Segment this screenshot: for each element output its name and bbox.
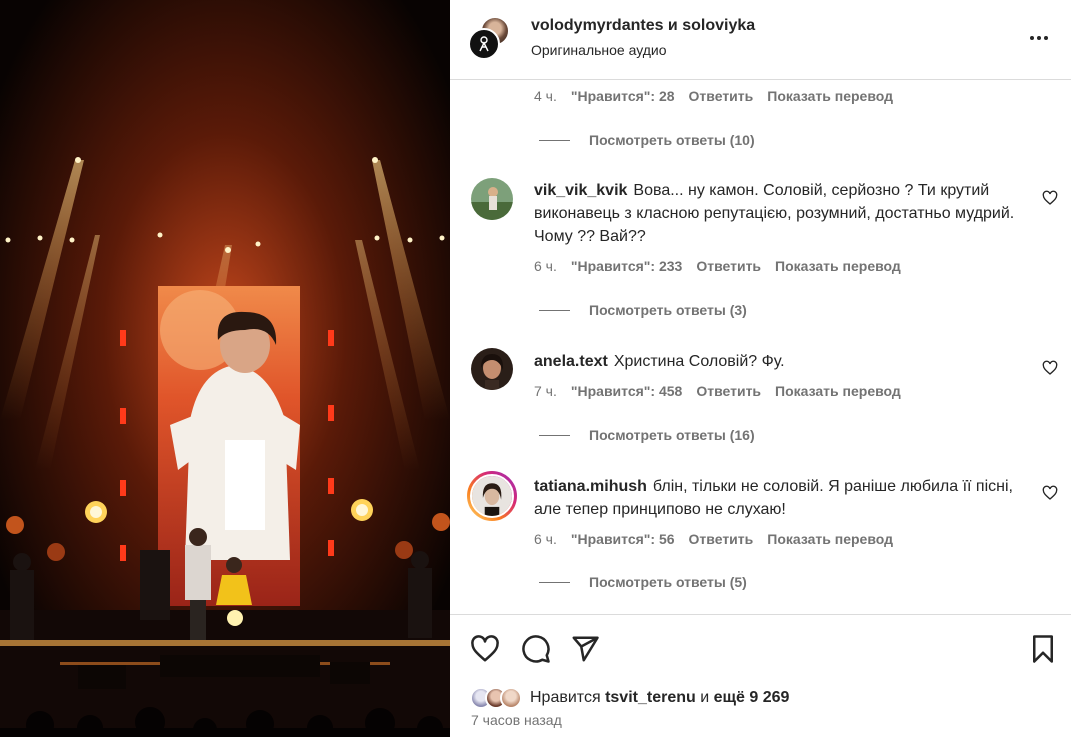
likes-prefix: Нравится (530, 689, 601, 706)
comment-likes-count[interactable]: "Нравится": 28 (571, 88, 675, 104)
commenter-avatar-story-ring[interactable] (467, 471, 517, 521)
show-translation-button[interactable]: Показать перевод (767, 88, 893, 104)
more-horizontal-icon (1030, 36, 1048, 40)
author-avatar-primary[interactable] (468, 28, 500, 60)
likes-and: и (700, 689, 710, 706)
more-options-button[interactable] (1027, 26, 1051, 50)
comment-icon[interactable] (521, 634, 551, 664)
comments-list[interactable]: 4 ч. "Нравится": 28 Ответить Показать пе… (450, 81, 1071, 614)
comment-meta: 6 ч. "Нравится": 56 Ответить Показать пе… (534, 531, 907, 547)
post-timestamp[interactable]: 7 часов назад (471, 712, 562, 728)
post-header: volodymyrdantes и soloviyka Оригинальное… (450, 0, 1071, 80)
show-translation-button[interactable]: Показать перевод (767, 531, 893, 547)
comment-username[interactable]: tatiana.mihush (534, 478, 647, 495)
show-translation-button[interactable]: Показать перевод (775, 383, 901, 399)
comment-like-heart-icon[interactable] (1042, 485, 1058, 501)
comment-like-heart-icon[interactable] (1042, 360, 1058, 376)
likes-count[interactable]: ещё 9 269 (714, 689, 790, 706)
comment-time: 7 ч. (534, 383, 557, 399)
view-replies-label: Посмотреть ответы (3) (589, 302, 747, 318)
comment-username[interactable]: anela.text (534, 353, 608, 370)
post-panel: volodymyrdantes и soloviyka Оригинальное… (450, 0, 1071, 737)
heart-icon[interactable] (470, 634, 500, 664)
comment-text: Христина Соловій? Фу. (613, 353, 785, 370)
liker-avatar (500, 687, 522, 709)
comment-username[interactable]: vik_vik_kvik (534, 182, 627, 199)
comment-body: anela.text Христина Соловій? Фу. (534, 350, 1024, 373)
comment-meta: 6 ч. "Нравится": 233 Ответить Показать п… (534, 258, 915, 274)
comment-meta: 7 ч. "Нравится": 458 Ответить Показать п… (534, 383, 915, 399)
view-replies-label: Посмотреть ответы (10) (589, 132, 755, 148)
liker-username[interactable]: tsvit_terenu (605, 689, 696, 706)
comment-likes-count[interactable]: "Нравится": 56 (571, 531, 675, 547)
comment-body: vik_vik_kvik Вова... ну камон. Соловій, с… (534, 179, 1024, 248)
reply-button[interactable]: Ответить (696, 258, 761, 274)
replies-divider (539, 434, 570, 436)
reply-button[interactable]: Ответить (689, 531, 754, 547)
author-avatars[interactable] (468, 16, 512, 60)
original-audio-link[interactable]: Оригинальное аудио (531, 42, 667, 58)
comment-meta: 4 ч. "Нравится": 28 Ответить Показать пе… (534, 88, 907, 104)
replies-divider (539, 581, 570, 583)
likes-text: Нравится tsvit_terenu и ещё 9 269 (530, 689, 789, 707)
avatar-image (470, 474, 514, 518)
comment-time: 6 ч. (534, 258, 557, 274)
view-replies-button[interactable]: Посмотреть ответы (10) (539, 132, 755, 148)
bookmark-icon[interactable] (1028, 634, 1058, 664)
comment-like-heart-icon[interactable] (1042, 190, 1058, 206)
replies-divider (539, 139, 570, 141)
view-replies-label: Посмотреть ответы (5) (589, 574, 747, 590)
commenter-avatar[interactable] (471, 178, 513, 220)
comment-likes-count[interactable]: "Нравится": 458 (571, 383, 682, 399)
comment-body: tatiana.mihush блін, тільки не соловій. Я… (534, 475, 1024, 521)
show-translation-button[interactable]: Показать перевод (775, 258, 901, 274)
view-replies-button[interactable]: Посмотреть ответы (3) (539, 302, 747, 318)
comment-likes-count[interactable]: "Нравится": 233 (571, 258, 682, 274)
post-media[interactable] (0, 0, 450, 737)
likes-summary[interactable]: Нравится tsvit_terenu и ещё 9 269 (470, 685, 789, 711)
logo-icon (479, 36, 489, 52)
comment-time: 4 ч. (534, 88, 557, 104)
view-replies-button[interactable]: Посмотреть ответы (5) (539, 574, 747, 590)
reply-button[interactable]: Ответить (696, 383, 761, 399)
avatar-image (471, 348, 513, 390)
commenter-avatar[interactable] (471, 348, 513, 390)
share-icon[interactable] (570, 634, 600, 664)
view-replies-label: Посмотреть ответы (16) (589, 427, 755, 443)
replies-divider (539, 309, 570, 311)
comment-time: 6 ч. (534, 531, 557, 547)
reply-button[interactable]: Ответить (689, 88, 754, 104)
view-replies-button[interactable]: Посмотреть ответы (16) (539, 427, 755, 443)
concert-stage-image (0, 0, 450, 737)
avatar-image (471, 178, 513, 220)
post-authors[interactable]: volodymyrdantes и soloviyka (531, 17, 755, 35)
